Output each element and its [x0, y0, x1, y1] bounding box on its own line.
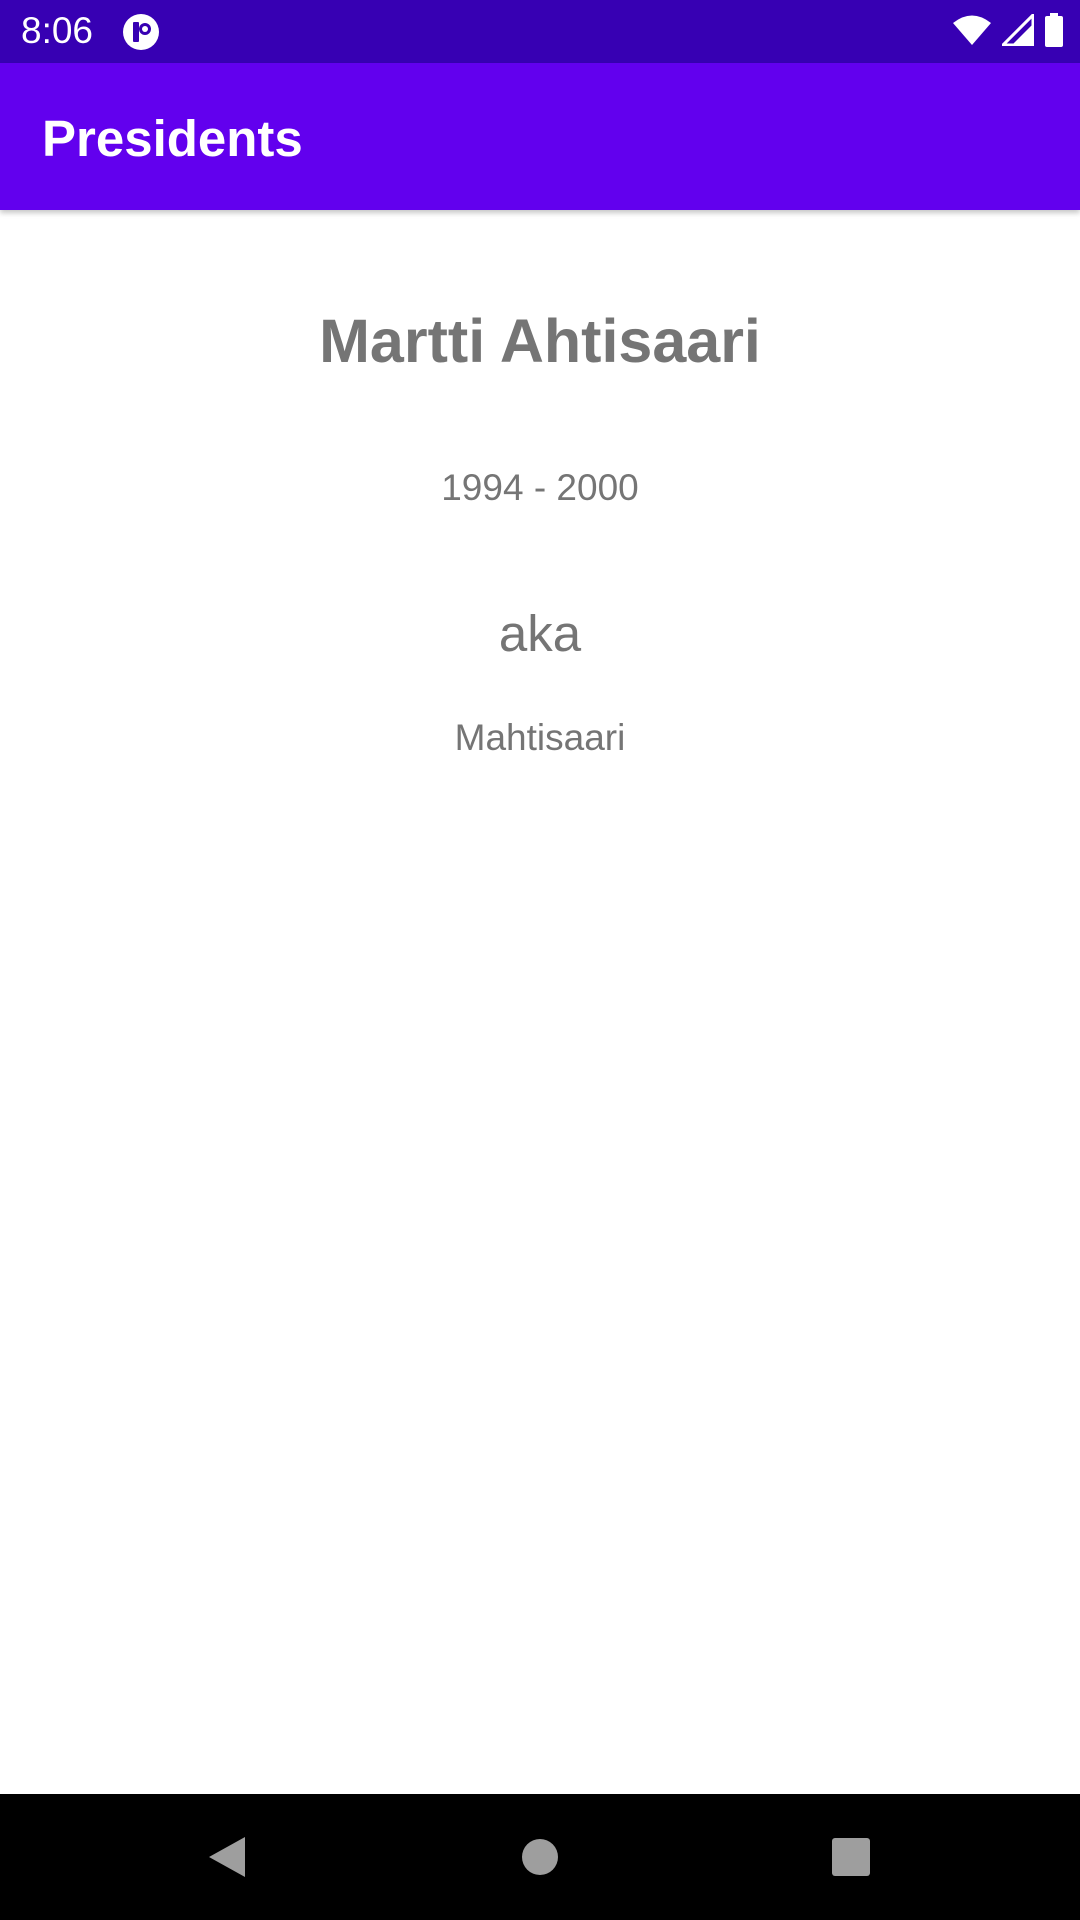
cellular-signal-icon [999, 10, 1035, 51]
navigation-bar [0, 1794, 1080, 1920]
status-time: 8:06 [21, 10, 94, 51]
term-years: 1994 - 2000 [441, 467, 639, 508]
back-icon [209, 1837, 245, 1877]
status-bar: 8:06 [0, 0, 1080, 63]
app-title: Presidents [42, 110, 303, 167]
aka-label: aka [498, 605, 582, 662]
battery-icon [1044, 12, 1064, 52]
app-bar: Presidents [0, 63, 1080, 210]
nickname: Mahtisaari [454, 717, 626, 758]
recents-icon [832, 1838, 870, 1876]
recents-button[interactable] [819, 1825, 883, 1889]
home-icon [522, 1839, 558, 1875]
wifi-icon [952, 14, 992, 51]
back-button[interactable] [195, 1825, 259, 1889]
president-name: Martti Ahtisaari [319, 307, 761, 375]
status-icons [952, 10, 1064, 52]
screen: 8:06 Presidents Martti Ahtisaari 1994 - … [0, 0, 1080, 1920]
president-detail: Martti Ahtisaari 1994 - 2000 aka Mahtisa… [0, 210, 1080, 1794]
app-notification-icon [122, 13, 160, 51]
home-button[interactable] [508, 1825, 572, 1889]
